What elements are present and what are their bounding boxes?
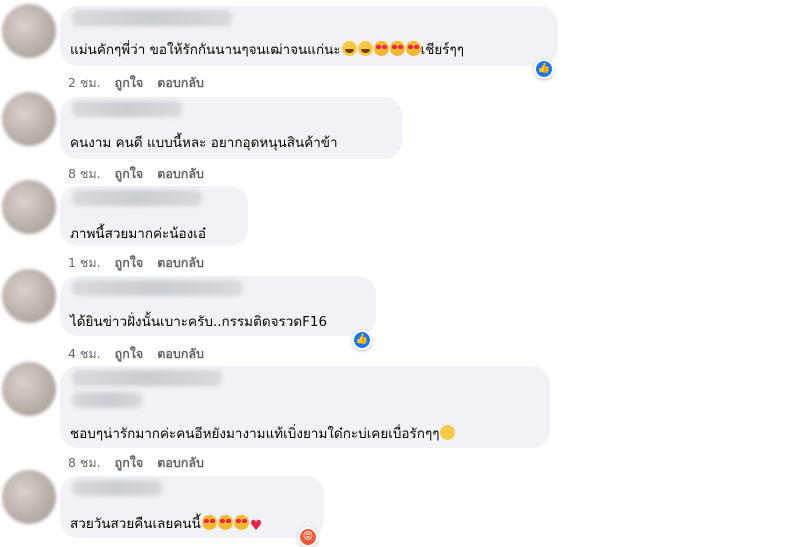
comment-meta: 2 ชม. ถูกใจ ตอบกลับ — [68, 73, 218, 93]
laugh-emoji-icon — [357, 41, 373, 56]
reply-button[interactable]: ตอบกลับ — [157, 255, 204, 270]
author-name-blurred[interactable] — [72, 190, 202, 206]
author-name-blurred[interactable] — [72, 280, 242, 296]
laugh-emoji-icon — [341, 41, 357, 56]
comment-text: ภาพนี้สวยมากค่ะน้องเอ๋ — [70, 226, 206, 242]
comment-bubble: แม่นคักๆพี่ว่า ขอให้รักกันนานๆจนเฒ่าจนแก… — [60, 6, 558, 66]
avatar[interactable] — [2, 4, 56, 58]
like-button[interactable]: ถูกใจ — [115, 455, 144, 470]
timestamp[interactable]: 2 ชม. — [68, 75, 101, 90]
kiss-emoji-icon — [440, 425, 456, 440]
author-name-blurred[interactable] — [72, 392, 142, 408]
comment-meta: 4 ชม. ถูกใจ ตอบกลับ — [68, 344, 218, 364]
comment-bubble: ได้ยินข่าวฝั่งนั้นเบาะครับ..กรรมติดจรวดF… — [60, 276, 376, 336]
timestamp[interactable]: 1 ชม. — [68, 255, 101, 270]
avatar[interactable] — [2, 470, 56, 524]
reply-button[interactable]: ตอบกลับ — [157, 346, 204, 361]
avatar[interactable] — [2, 269, 56, 323]
comment-text-suffix: เชียร์ๆๆ — [420, 42, 465, 58]
comment-text: ชอบๆน่ารักมากค่ะคนอีหยังมางามแท้เบิ่งยาม… — [70, 426, 440, 442]
reaction-badge[interactable]: 👍 — [352, 330, 372, 350]
comment-text: ได้ยินข่าวฝั่งนั้นเบาะครับ..กรรมติดจรวดF… — [70, 314, 328, 330]
comment-text: แม่นคักๆพี่ว่า ขอให้รักกันนานๆจนเฒ่าจนแก… — [70, 42, 341, 58]
heart-eyes-emoji-icon — [389, 41, 405, 56]
heart-eyes-emoji-icon — [217, 515, 233, 530]
avatar[interactable] — [2, 362, 56, 416]
reaction-badge[interactable]: 👍 — [534, 59, 554, 79]
reply-button[interactable]: ตอบกลับ — [157, 75, 204, 90]
like-button[interactable]: ถูกใจ — [115, 255, 144, 270]
avatar[interactable] — [2, 92, 56, 146]
author-name-blurred[interactable] — [72, 480, 162, 496]
comment-text: คนงาม คนดี แบบนี้หละ อยากอุดหนุนสินค้าข้… — [70, 135, 338, 151]
author-name-blurred[interactable] — [72, 370, 222, 386]
timestamp[interactable]: 4 ชม. — [68, 346, 101, 361]
like-icon: 👍 — [354, 332, 370, 348]
comment-bubble: ภาพนี้สวยมากค่ะน้องเอ๋ — [60, 186, 248, 246]
author-name-blurred[interactable] — [72, 10, 232, 26]
reply-button[interactable]: ตอบกลับ — [157, 166, 204, 181]
like-button[interactable]: ถูกใจ — [115, 75, 144, 90]
reply-button[interactable]: ตอบกลับ — [157, 455, 204, 470]
comment-meta: 8 ชม. ถูกใจ ตอบกลับ — [68, 164, 218, 184]
comment-meta: 1 ชม. ถูกใจ ตอบกลับ — [68, 253, 218, 273]
avatar[interactable] — [2, 180, 56, 234]
comment-meta: 8 ชม. ถูกใจ ตอบกลับ — [68, 453, 218, 473]
comment-text: สวยวันสวยคืนเลยคนนี้ — [70, 516, 201, 532]
like-icon: 👍 — [536, 61, 552, 77]
comment-bubble: สวยวันสวยคืนเลยคนนี้ ♥ — [60, 476, 324, 538]
like-button[interactable]: ถูกใจ — [115, 166, 144, 181]
red-heart-emoji-icon: ♥ — [249, 518, 263, 534]
reaction-badge[interactable]: 😡 — [298, 527, 318, 547]
like-button[interactable]: ถูกใจ — [115, 346, 144, 361]
comment-bubble: ชอบๆน่ารักมากค่ะคนอีหยังมางามแท้เบิ่งยาม… — [60, 366, 550, 448]
heart-eyes-emoji-icon — [201, 515, 217, 530]
timestamp[interactable]: 8 ชม. — [68, 166, 101, 181]
angry-icon: 😡 — [300, 529, 316, 545]
author-name-blurred[interactable] — [72, 101, 182, 117]
heart-eyes-emoji-icon — [233, 515, 249, 530]
comment-bubble: คนงาม คนดี แบบนี้หละ อยากอุดหนุนสินค้าข้… — [60, 97, 402, 159]
timestamp[interactable]: 8 ชม. — [68, 455, 101, 470]
heart-eyes-emoji-icon — [405, 41, 421, 56]
heart-eyes-emoji-icon — [373, 41, 389, 56]
